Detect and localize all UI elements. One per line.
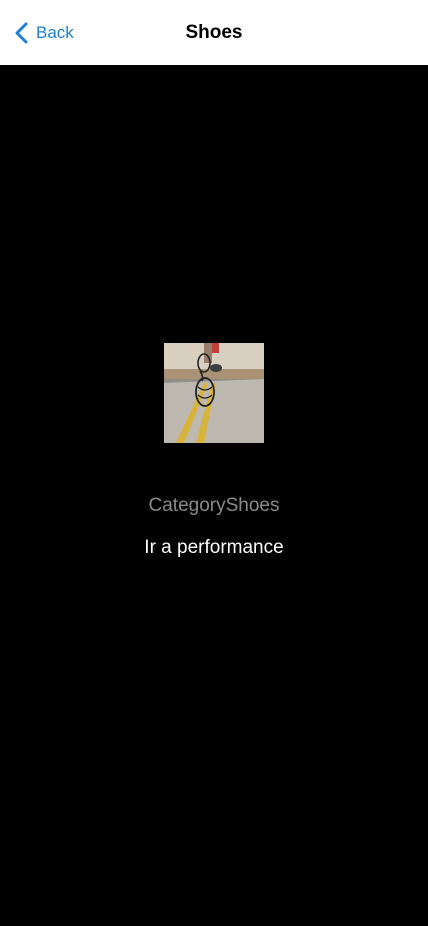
product-image [164, 343, 264, 443]
product-detail-screen: Back Shoes CategoryShoes Ir a performanc… [0, 0, 428, 926]
shoe-photo-icon [164, 343, 264, 443]
chevron-left-icon [14, 22, 30, 44]
back-button[interactable]: Back [14, 20, 74, 46]
product-category: CategoryShoes [148, 495, 280, 516]
product-title: Ir a performance [144, 537, 284, 558]
navigation-bar: Back Shoes [0, 0, 428, 65]
back-button-label: Back [36, 23, 74, 42]
product-content: CategoryShoes Ir a performance [0, 65, 428, 926]
